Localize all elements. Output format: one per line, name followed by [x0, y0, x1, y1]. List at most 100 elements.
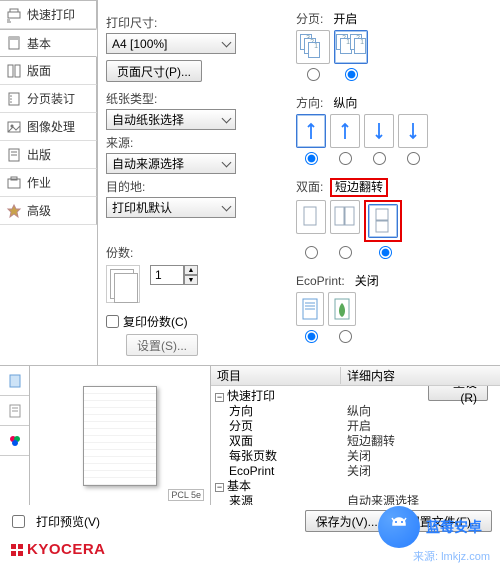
- orient-radio-2[interactable]: [339, 152, 352, 165]
- orient-radio-1[interactable]: [305, 152, 318, 165]
- copies-icon: [106, 265, 140, 303]
- orient-radio-4[interactable]: [407, 152, 420, 165]
- thumb-tab-color[interactable]: [0, 426, 29, 456]
- collate-on-radio[interactable]: [345, 68, 358, 81]
- copies-label: 份数:: [106, 244, 286, 261]
- book-short-icon: [374, 208, 392, 234]
- duplex-label: 双面:: [296, 180, 323, 194]
- duplex-off-option[interactable]: [296, 200, 326, 234]
- eco-on-option[interactable]: [328, 292, 356, 326]
- print-size-dropdown[interactable]: A4 [100%]: [106, 33, 236, 54]
- ecoprint-label: EcoPrint:: [296, 274, 345, 288]
- advanced-icon: [6, 203, 22, 219]
- orient-landscape-option[interactable]: [330, 114, 360, 148]
- tab-label: 图像处理: [27, 118, 75, 135]
- tab-job[interactable]: 作业: [0, 169, 97, 197]
- tab-image[interactable]: 图像处理: [0, 113, 97, 141]
- duplex-radio-long[interactable]: [339, 246, 352, 259]
- copy-settings-button: 设置(S)...: [126, 334, 198, 356]
- collate-off-radio[interactable]: [307, 68, 320, 81]
- tab-label: 出版: [27, 146, 51, 163]
- eco-radio-on[interactable]: [339, 330, 352, 343]
- duplex-value-highlight: 短边翻转: [330, 178, 388, 197]
- table-row[interactable]: EcoPrint关闭: [211, 463, 500, 478]
- text-icon: [7, 403, 23, 419]
- watermark-text: 蓝莓安卓: [426, 517, 482, 537]
- settings-sidebar: 快速打印 基本 版面 分页装订 图像处理 出版 作业 高级: [0, 0, 98, 365]
- eco-radio-off[interactable]: [305, 330, 318, 343]
- content-area: 打印尺寸: A4 [100%] 页面尺寸(P)... 纸张类型: 自动纸张选择 …: [98, 0, 500, 365]
- leaf-icon: [333, 297, 351, 321]
- destination-label: 目的地:: [106, 178, 286, 195]
- duplex-short-highlight-box: [364, 200, 402, 242]
- publish-icon: [6, 147, 22, 163]
- tab-finishing[interactable]: 分页装订: [0, 85, 97, 113]
- dropdown-value: A4 [100%]: [112, 37, 167, 51]
- printer-fast-icon: [6, 7, 22, 23]
- color-icon: [7, 433, 23, 449]
- orientation-label: 方向:: [296, 96, 323, 110]
- source-dropdown[interactable]: 自动来源选择: [106, 153, 236, 174]
- dropdown-value: 自动纸张选择: [112, 111, 184, 128]
- duplex-short-option[interactable]: [368, 204, 398, 238]
- tab-layout[interactable]: 版面: [0, 57, 97, 85]
- page-lines-icon: [301, 297, 319, 321]
- orientation-value: 纵向: [333, 96, 357, 110]
- save-as-button[interactable]: 保存为(V)...: [305, 510, 389, 532]
- collate-label: 分页:: [296, 12, 323, 26]
- duplex-radio-short[interactable]: [379, 246, 392, 259]
- tab-label: 快速打印: [27, 6, 75, 23]
- tab-label: 高级: [27, 202, 51, 219]
- tab-publish[interactable]: 出版: [0, 141, 97, 169]
- page-preview: PCL 5e: [30, 366, 210, 505]
- copies-spinner[interactable]: ▲ ▼: [150, 265, 198, 285]
- paper-preview-graphic: [83, 386, 157, 486]
- table-row[interactable]: 每张页数关闭: [211, 448, 500, 463]
- thumb-tab-text[interactable]: [0, 396, 29, 426]
- collate-value: 开启: [333, 12, 357, 26]
- table-row[interactable]: 来源自动来源选择: [211, 493, 500, 505]
- copies-input[interactable]: [150, 265, 184, 285]
- ecoprint-value: 关闭: [355, 274, 379, 288]
- page-icon: [7, 373, 23, 389]
- collate-off-option[interactable]: 321: [296, 30, 330, 64]
- thumb-tab-page[interactable]: [0, 366, 29, 396]
- arrow-down-icon: [373, 121, 385, 141]
- settings-detail-table: 项目 详细内容 −快速打印方向纵向分页开启双面短边翻转每张页数关闭EcoPrin…: [210, 366, 500, 505]
- kyocera-emblem-icon: [10, 543, 24, 557]
- spin-up-button[interactable]: ▲: [184, 265, 198, 275]
- paper-type-label: 纸张类型:: [106, 90, 286, 107]
- watermark-badge: 蓝莓安卓: [378, 506, 482, 548]
- duplex-radio-off[interactable]: [305, 246, 318, 259]
- orient-landscape-flip-option[interactable]: [398, 114, 428, 148]
- tab-quick-print[interactable]: 快速打印: [0, 1, 97, 29]
- detail-col-value: 详细内容: [341, 367, 401, 384]
- destination-dropdown[interactable]: 打印机默认: [106, 197, 236, 218]
- print-size-label: 打印尺寸:: [106, 14, 286, 31]
- spin-down-button[interactable]: ▼: [184, 275, 198, 285]
- table-row[interactable]: 分页开启: [211, 418, 500, 433]
- table-row[interactable]: 方向纵向: [211, 403, 500, 418]
- collate-on-option[interactable]: 21 21: [334, 30, 368, 64]
- single-page-icon: [302, 205, 320, 229]
- orient-radio-3[interactable]: [373, 152, 386, 165]
- dropdown-value: 打印机默认: [112, 199, 172, 216]
- orient-portrait-flip-option[interactable]: [364, 114, 394, 148]
- arrow-up-icon: [305, 121, 317, 141]
- print-preview-checkbox[interactable]: [12, 515, 25, 528]
- page-basic-icon: [6, 35, 22, 51]
- tab-basic[interactable]: 基本: [0, 29, 97, 57]
- dropdown-value: 自动来源选择: [112, 155, 184, 172]
- brand-text: KYOCERA: [27, 541, 106, 558]
- paper-type-dropdown[interactable]: 自动纸张选择: [106, 109, 236, 130]
- source-label: 来源:: [106, 134, 286, 151]
- eco-off-option[interactable]: [296, 292, 324, 326]
- summary-panel: PCL 5e 项目 详细内容 −快速打印方向纵向分页开启双面短边翻转每张页数关闭…: [0, 365, 500, 505]
- duplex-long-option[interactable]: [330, 200, 360, 234]
- table-row[interactable]: 双面短边翻转: [211, 433, 500, 448]
- tab-advanced[interactable]: 高级: [0, 197, 97, 225]
- page-size-button[interactable]: 页面尺寸(P)...: [106, 60, 202, 82]
- orient-portrait-option[interactable]: [296, 114, 326, 148]
- tab-label: 基本: [27, 35, 51, 52]
- copy-count-checkbox[interactable]: [106, 315, 119, 328]
